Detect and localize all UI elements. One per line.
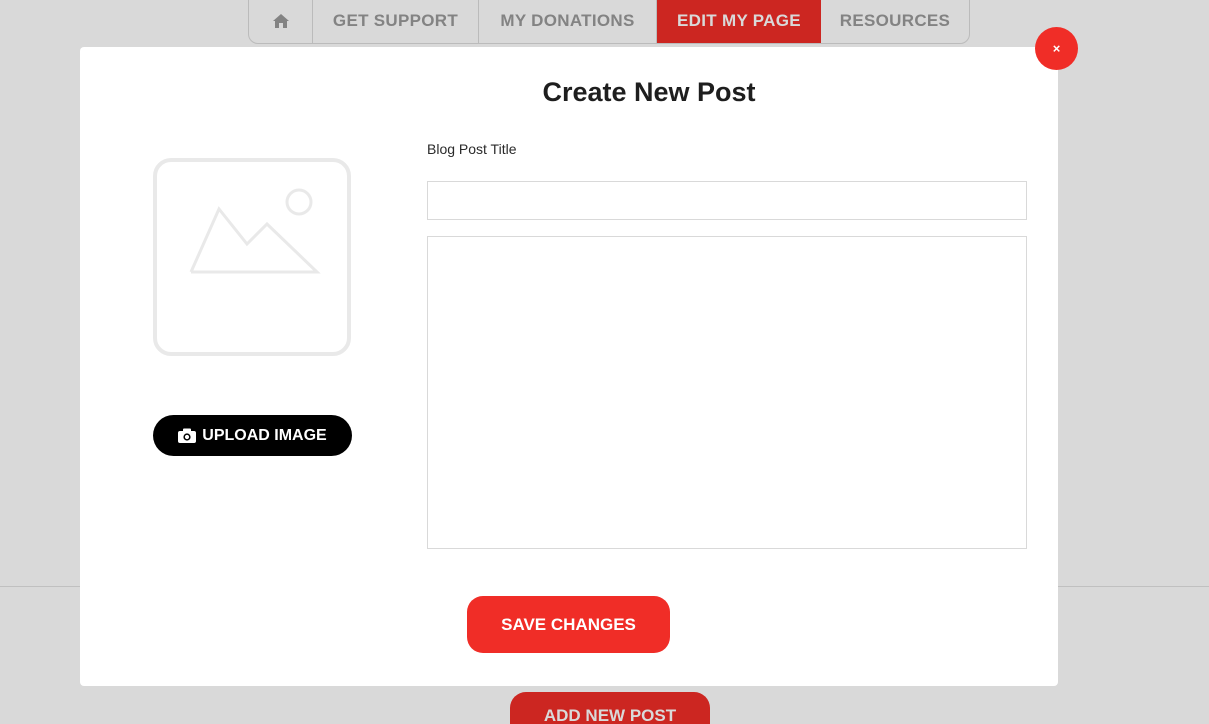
camera-icon bbox=[178, 428, 197, 443]
close-icon[interactable]: × bbox=[1035, 27, 1078, 70]
upload-image-label: UPLOAD IMAGE bbox=[202, 426, 327, 444]
upload-image-button[interactable]: UPLOAD IMAGE bbox=[153, 415, 352, 456]
create-post-modal: Create New Post UPLOAD IMAGE Blog Post T… bbox=[80, 47, 1058, 686]
modal-title: Create New Post bbox=[542, 77, 756, 107]
image-placeholder-icon bbox=[189, 188, 321, 274]
save-changes-button[interactable]: SAVE CHANGES bbox=[467, 596, 670, 653]
blog-post-title-input[interactable] bbox=[427, 181, 1027, 220]
blog-post-body-textarea[interactable] bbox=[427, 236, 1027, 549]
image-preview bbox=[153, 158, 351, 356]
blog-post-title-label: Blog Post Title bbox=[427, 141, 517, 157]
